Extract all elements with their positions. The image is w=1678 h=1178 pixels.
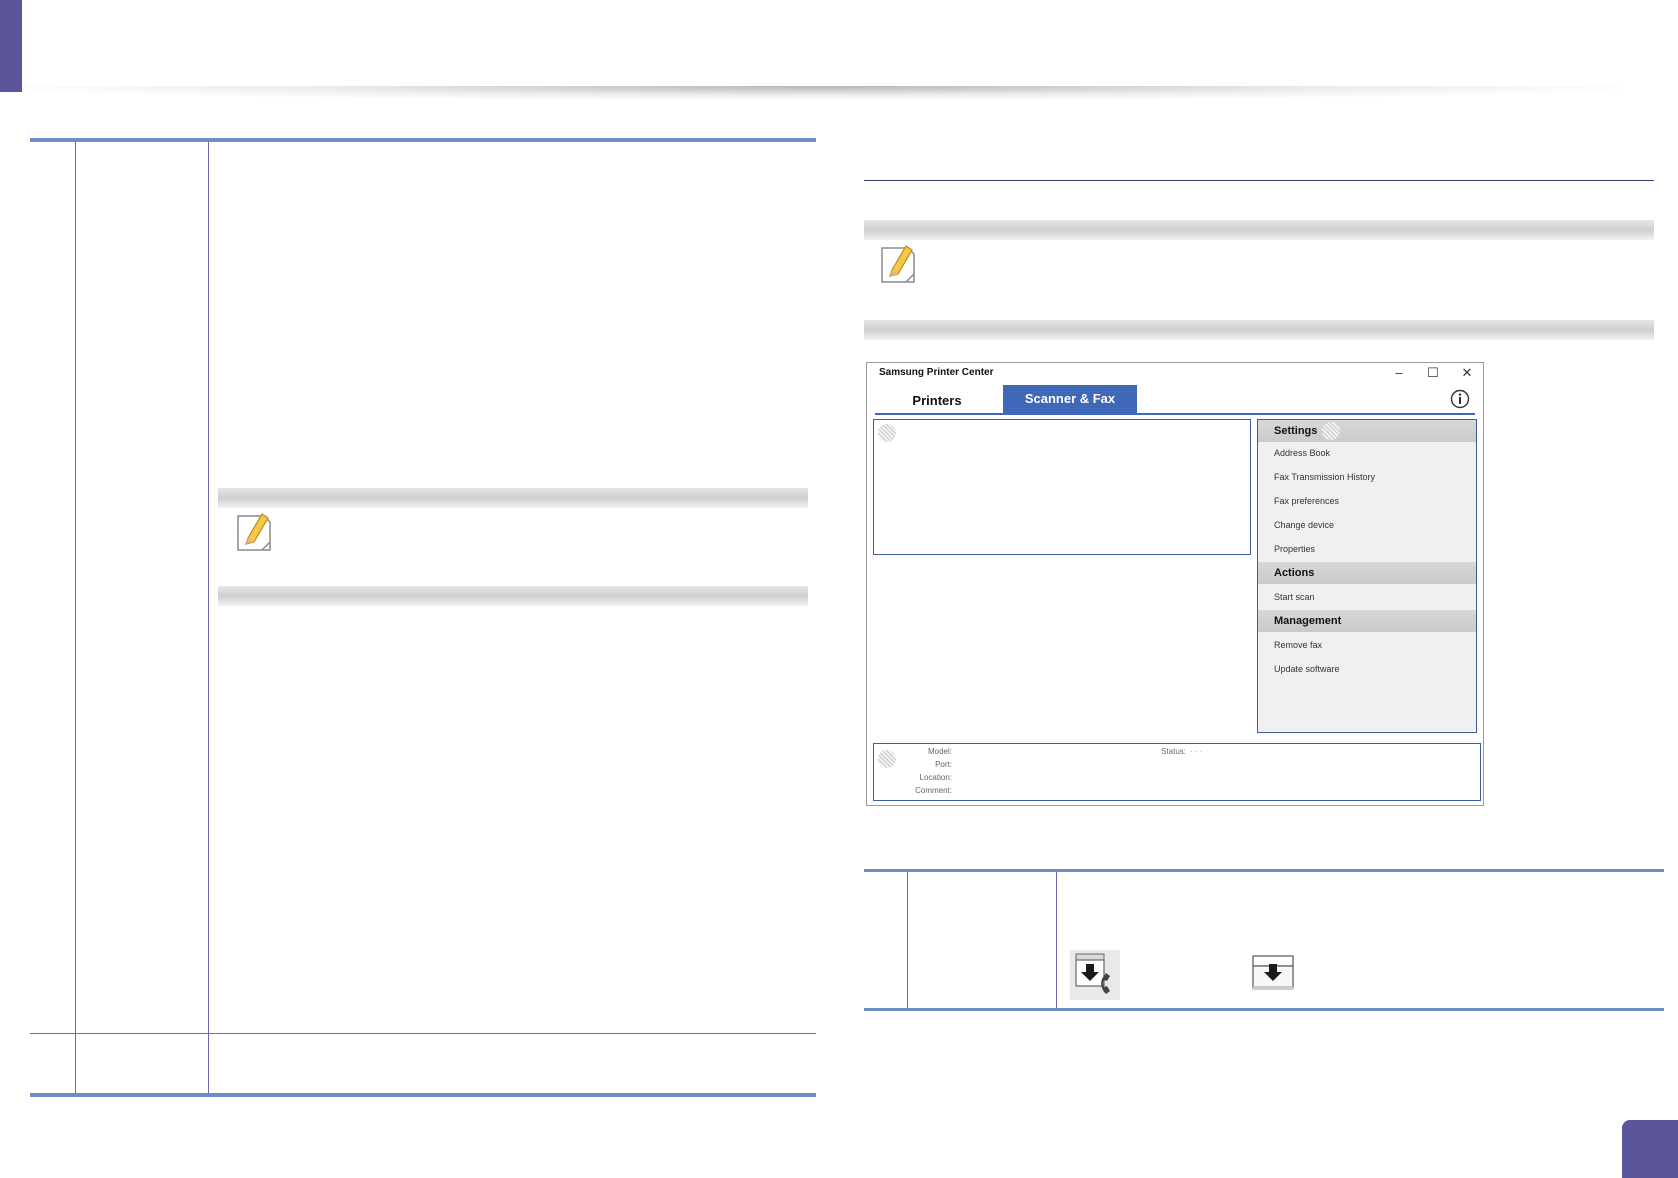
left-table-column-divider [75,142,76,1093]
fax-download-icon [1070,950,1120,1000]
section-rule [864,180,1654,181]
note-pencil-icon [237,513,271,551]
menu-item-properties[interactable]: Properties [1274,542,1315,556]
window-title: Samsung Printer Center [879,367,994,378]
device-info-panel: Model: Port: Location: Comment: Status: … [873,743,1481,801]
task-side-panel: Settings Address Book Fax Transmission H… [1257,419,1477,733]
printer-center-window: Samsung Printer Center – ☐ ✕ Printers Sc… [866,362,1484,806]
maximize-icon[interactable]: ☐ [1423,365,1443,381]
note-pencil-icon [881,245,915,283]
tab-printers[interactable]: Printers [881,387,993,415]
tab-underline [875,413,1475,415]
left-note-box [218,488,808,606]
right-table-bottom-rule [864,1008,1664,1011]
right-table-top-rule [864,869,1664,872]
right-table-column-divider [907,872,908,1008]
info-label-port: Port: [935,760,952,769]
page-number-tab [1622,1120,1678,1178]
section-header-settings: Settings [1258,420,1476,442]
minimize-icon[interactable]: – [1389,365,1409,380]
section-header-actions: Actions [1258,562,1476,584]
device-placeholder-icon [878,424,896,442]
note-box-bottom-bar [218,586,808,606]
menu-item-remove-fax[interactable]: Remove fax [1274,638,1322,652]
note-box-bottom-bar [864,320,1654,340]
menu-item-fax-transmission-history[interactable]: Fax Transmission History [1274,470,1375,484]
info-label-model: Model: [927,747,952,756]
header-shadow-rule [22,86,1622,100]
loading-indicator-icon [1322,422,1340,440]
note-box-top-bar [864,220,1654,240]
left-table-column-divider [208,142,209,1093]
menu-item-fax-preferences[interactable]: Fax preferences [1274,494,1339,508]
right-note-box [864,220,1654,340]
close-icon[interactable]: ✕ [1457,365,1477,381]
status-value: · · · [1190,747,1203,756]
right-table-column-divider [1056,872,1057,1008]
section-header-management: Management [1258,610,1476,632]
left-table-row-divider [30,1033,816,1034]
scan-download-icon [1252,955,1294,990]
left-table-bottom-rule [30,1093,816,1097]
info-label-status: Status: [1161,747,1186,756]
menu-item-start-scan[interactable]: Start scan [1274,590,1315,604]
info-label-comment: Comment: [915,786,952,795]
left-table-top-rule [30,138,816,142]
chapter-accent-bar [0,0,22,92]
info-label-location: Location: [919,773,952,782]
menu-item-update-software[interactable]: Update software [1274,662,1340,676]
info-icon[interactable] [1450,389,1470,409]
note-box-top-bar [218,488,808,508]
device-list-panel[interactable] [873,419,1251,555]
menu-item-change-device[interactable]: Change device [1274,518,1334,532]
menu-item-address-book[interactable]: Address Book [1274,446,1330,460]
tab-scanner-fax[interactable]: Scanner & Fax [1003,385,1137,413]
